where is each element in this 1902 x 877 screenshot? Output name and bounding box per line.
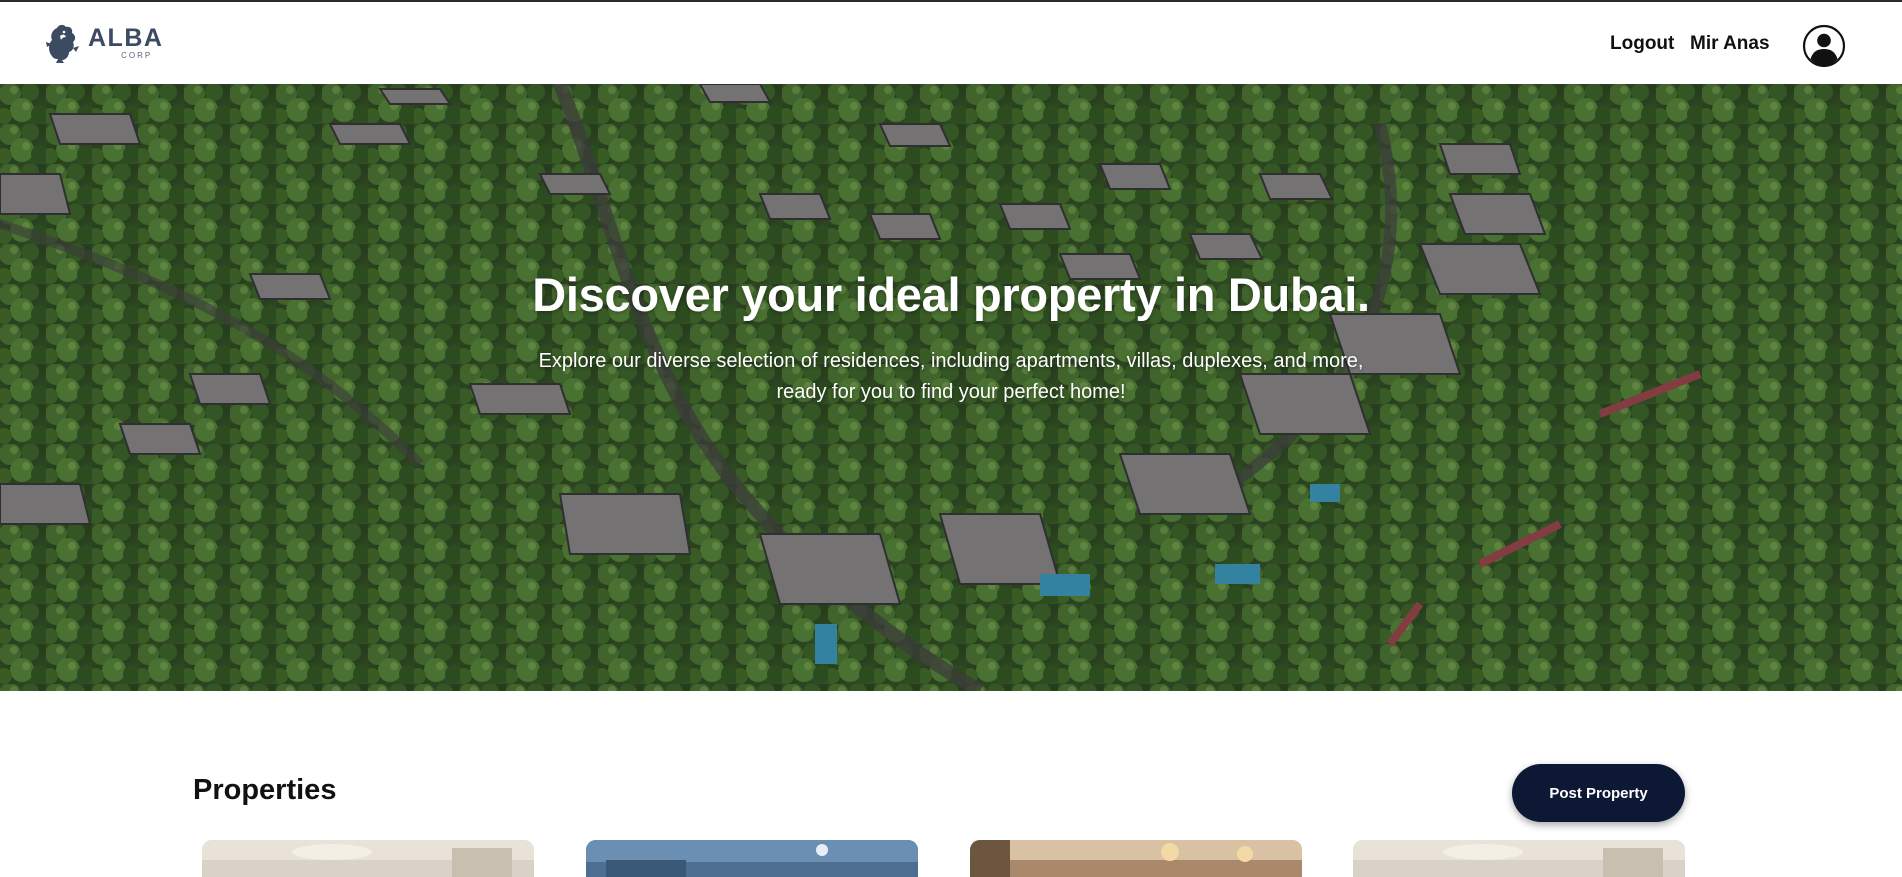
property-card[interactable]: [202, 840, 534, 877]
logo-wordmark: ALBA: [88, 24, 164, 52]
logout-link[interactable]: Logout: [1610, 33, 1674, 55]
property-card[interactable]: [586, 840, 918, 877]
hero-banner: Discover your ideal property in Dubai. E…: [0, 84, 1902, 691]
property-card[interactable]: [1353, 840, 1685, 877]
hero-title: Discover your ideal property in Dubai.: [532, 268, 1370, 321]
user-name-link[interactable]: Mir Anas: [1690, 33, 1770, 55]
property-card[interactable]: [970, 840, 1302, 877]
properties-heading: Properties: [193, 774, 337, 806]
user-avatar-icon: [1802, 24, 1846, 68]
site-header: ALBA CORP Logout Mir Anas: [0, 2, 1902, 84]
logo-subtext: CORP: [121, 51, 153, 60]
hero-subtitle: Explore our diverse selection of residen…: [538, 350, 1364, 403]
living-room-image: [1353, 840, 1685, 877]
living-room-image: [202, 840, 534, 877]
lion-crest-icon: [46, 24, 79, 63]
property-card-list: [0, 840, 1902, 877]
alba-logo[interactable]: ALBA CORP: [42, 22, 163, 64]
post-property-button[interactable]: Post Property: [1512, 764, 1685, 822]
account-avatar-button[interactable]: [1802, 24, 1846, 68]
bedroom-image: [586, 840, 918, 877]
lounge-image: [970, 840, 1302, 877]
